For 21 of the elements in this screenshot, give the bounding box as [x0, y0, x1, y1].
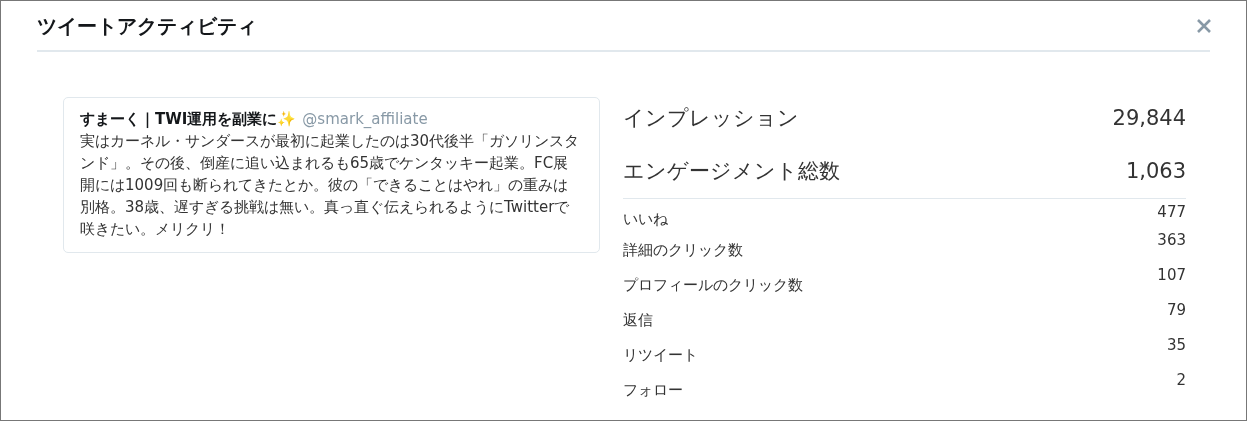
- metric-label: リツイート: [623, 345, 698, 367]
- author-name: すまーく｜TWI運用を副業に✨: [80, 110, 297, 128]
- metric-label: インプレッション: [623, 104, 799, 132]
- metric-label: プロフィールのクリック数: [623, 275, 803, 297]
- tweet-text: 実はカーネル・サンダースが最初に起業したのは30代後半「ガソリンスタンド」。その後、倒産に追い込まれるも65歳でケンタッキー起業。FC展開には1009回も断られてきたとか。彼の「できることはやれ」の重みは別格。38歳、遅すぎる挑戦は無い。真っ直ぐ伝えられるようにTwitterで咲きたい。メリクリ！: [80, 131, 581, 240]
- metric-value: 2: [1176, 370, 1186, 391]
- metric-value: 1,063: [1125, 157, 1186, 185]
- metric-value: 363: [1157, 230, 1186, 251]
- dialog-title: ツイートアクティビティ: [37, 13, 257, 38]
- close-icon: [1196, 18, 1212, 34]
- metric-label: エンゲージメント総数: [623, 157, 840, 185]
- metric-label: フォロー: [623, 380, 683, 402]
- metric-label: いいね: [623, 208, 668, 230]
- metric-label: 返信: [623, 310, 653, 332]
- metric-label: 詳細のクリック数: [623, 240, 743, 262]
- metric-value: 107: [1157, 265, 1186, 286]
- author-handle: @smark_affiliate: [302, 110, 428, 128]
- metric-value: 29,844: [1112, 104, 1186, 132]
- metric-value: 35: [1166, 335, 1186, 356]
- metric-value: 477: [1157, 202, 1186, 223]
- metric-value: 79: [1166, 300, 1186, 321]
